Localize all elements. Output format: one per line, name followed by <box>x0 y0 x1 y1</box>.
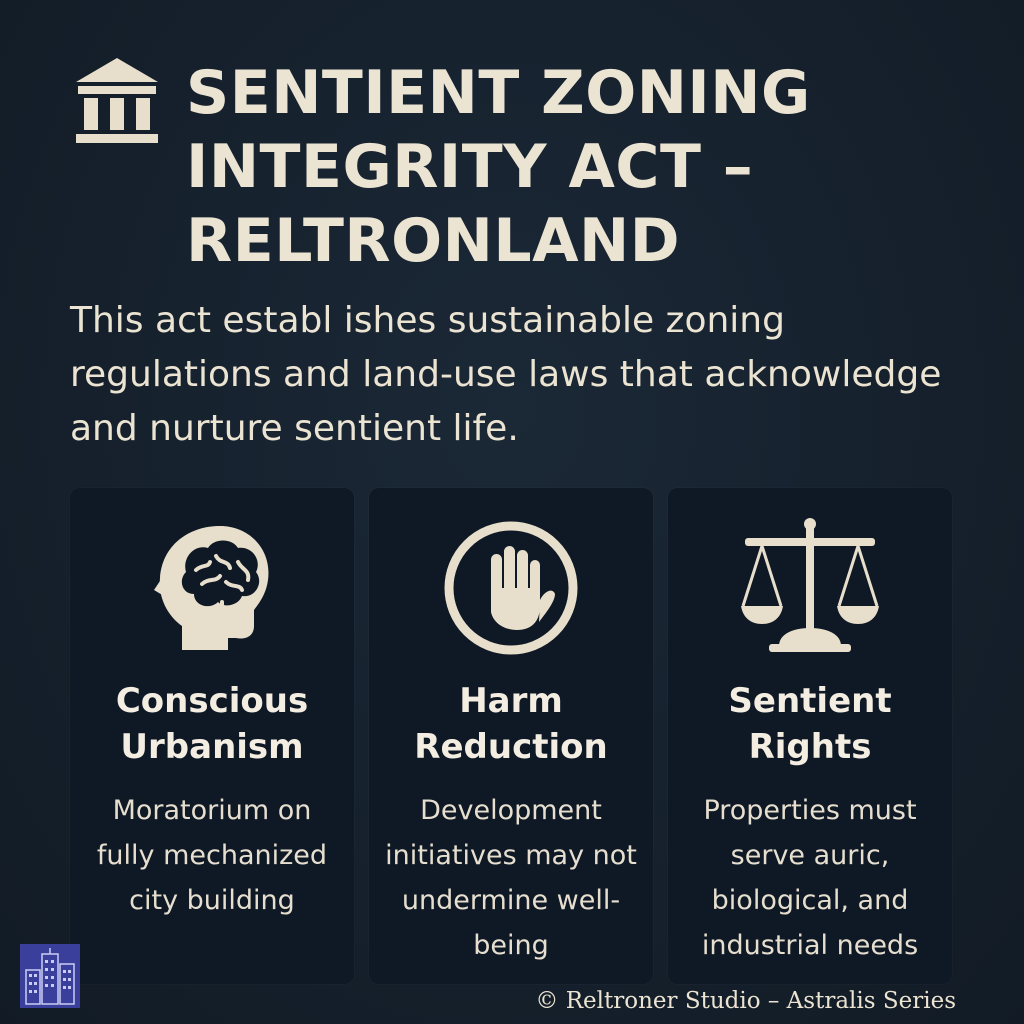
card-title: Harm Reduction <box>414 681 608 767</box>
card-sentient-rights: Sentient Rights Properties must serve au… <box>668 488 952 984</box>
city-buildings-icon <box>20 944 80 1008</box>
scales-icon <box>668 518 952 658</box>
card-harm-reduction: Harm Reduction Development initiatives m… <box>369 488 653 984</box>
card-description: Properties must serve auric, biological,… <box>701 795 919 961</box>
principles-cards: Conscious Urbanism Moratorium on fully m… <box>70 488 952 984</box>
stop-hand-icon <box>369 518 653 658</box>
card-conscious-urbanism: Conscious Urbanism Moratorium on fully m… <box>70 488 354 984</box>
courthouse-icon <box>74 56 160 148</box>
intro-text: This act establ ishes sustainable zoning… <box>70 300 942 449</box>
footer-credit: © Reltroner Studio – Astralis Series <box>535 988 956 1014</box>
card-title: Conscious Urbanism <box>115 681 309 767</box>
card-description: Development initiatives may not undermin… <box>385 795 637 961</box>
head-brain-icon <box>70 518 354 658</box>
card-description: Moratorium on fully mechanized city buil… <box>96 795 328 916</box>
page-title: SENTIENT ZONING INTEGRITY ACT – RELTRONL… <box>186 58 811 276</box>
card-title: Sentient Rights <box>728 681 892 767</box>
